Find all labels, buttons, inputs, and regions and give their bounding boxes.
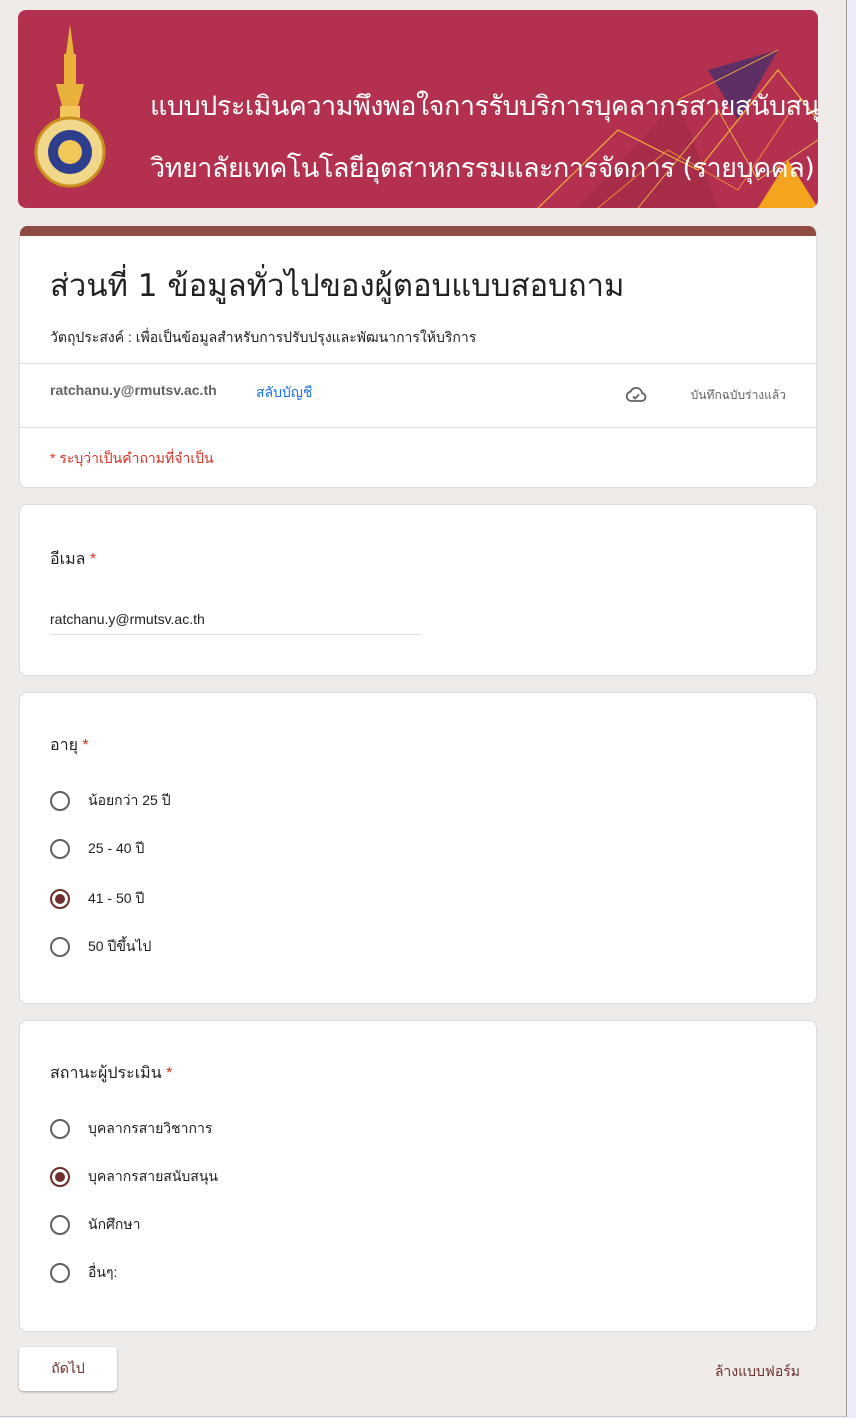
radio-option[interactable]: บุคลากรสายสนับสนุน	[50, 1165, 218, 1189]
clear-form-button[interactable]: ล้างแบบฟอร์ม	[715, 1361, 800, 1383]
email-field-underline	[50, 634, 421, 635]
option-label: 41 - 50 ปี	[88, 890, 145, 906]
divider	[20, 363, 816, 364]
divider	[20, 427, 816, 428]
required-note: * ระบุว่าเป็นคำถามที่จำเป็น	[50, 450, 214, 466]
form-description: วัตถุประสงค์ : เพื่อเป็นข้อมูลสำหรับการป…	[50, 329, 477, 345]
radio-option[interactable]: น้อยกว่า 25 ปี	[50, 789, 171, 813]
accent-bar	[20, 226, 816, 236]
radio-option[interactable]: 50 ปีขึ้นไป	[50, 935, 151, 959]
cloud-done-icon	[625, 387, 647, 402]
option-label: บุคลากรสายสนับสนุน	[88, 1168, 218, 1184]
option-label: นักศึกษา	[88, 1216, 141, 1232]
form-page: แบบประเมินความพึงพอใจการรับบริการบุคลากร…	[0, 0, 847, 1417]
account-email: ratchanu.y@rmutsv.ac.th	[50, 382, 217, 398]
radio-option[interactable]: นักศึกษา	[50, 1213, 141, 1237]
option-label: 25 - 40 ปี	[88, 840, 145, 856]
radio-option[interactable]: 41 - 50 ปี	[50, 887, 144, 911]
required-star: *	[166, 1065, 173, 1082]
option-label: บุคลากรสายวิชาการ	[88, 1120, 213, 1136]
radio-option[interactable]: บุคลากรสายวิชาการ	[50, 1117, 212, 1141]
question-title-text: อายุ	[50, 737, 78, 754]
university-logo	[34, 24, 106, 188]
required-star: *	[89, 551, 97, 568]
page-title: ส่วนที่ 1 ข้อมูลทั่วไปของผู้ตอบแบบสอบถาม	[50, 268, 625, 304]
header-banner: แบบประเมินความพึงพอใจการรับบริการบุคลากร…	[18, 10, 818, 208]
radio-button[interactable]	[50, 791, 70, 811]
question-title: อายุ *	[50, 733, 89, 758]
draft-saved-status: บันทึกฉบับร่างแล้ว	[690, 388, 786, 402]
radio-button[interactable]	[50, 1215, 70, 1235]
required-star: *	[82, 737, 89, 754]
banner-title-line2: วิทยาลัยเทคโนโลยีอุตสาหกรรมและการจัดการ …	[150, 153, 815, 184]
radio-button[interactable]	[50, 1263, 70, 1283]
question-title-text: สถานะผู้ประเมิน	[50, 1065, 162, 1082]
radio-button[interactable]	[50, 937, 70, 957]
radio-button[interactable]	[50, 1119, 70, 1139]
question-title-text: อีเมล	[50, 551, 86, 568]
radio-button[interactable]	[50, 889, 70, 909]
radio-button[interactable]	[50, 839, 70, 859]
radio-option[interactable]: 25 - 40 ปี	[50, 837, 144, 861]
option-label: น้อยกว่า 25 ปี	[88, 792, 171, 808]
email-field[interactable]: ratchanu.y@rmutsv.ac.th	[50, 611, 205, 627]
option-label: 50 ปีขึ้นไป	[88, 938, 152, 954]
question-email: อีเมล * ratchanu.y@rmutsv.ac.th	[19, 504, 817, 676]
switch-account-link[interactable]: สลับบัญชี	[256, 382, 312, 404]
next-button[interactable]: ถัดไป	[19, 1347, 117, 1391]
question-title: อีเมล *	[50, 547, 96, 572]
form-header-card: ส่วนที่ 1 ข้อมูลทั่วไปของผู้ตอบแบบสอบถาม…	[19, 226, 817, 488]
question-evaluator-status: สถานะผู้ประเมิน * บุคลากรสายวิชาการ บุคล…	[19, 1020, 817, 1332]
radio-button[interactable]	[50, 1167, 70, 1187]
question-title: สถานะผู้ประเมิน *	[50, 1061, 172, 1086]
radio-option[interactable]: อื่นๆ:	[50, 1261, 117, 1285]
option-label: อื่นๆ:	[88, 1264, 118, 1280]
banner-title-line1: แบบประเมินความพึงพอใจการรับบริการบุคลากร…	[150, 91, 818, 122]
question-age: อายุ * น้อยกว่า 25 ปี 25 - 40 ปี 41 - 50…	[19, 692, 817, 1004]
